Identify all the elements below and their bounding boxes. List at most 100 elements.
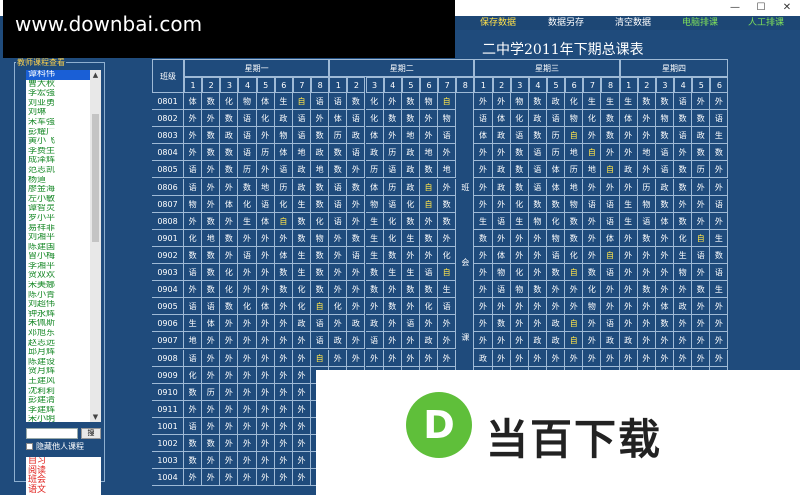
schedule-cell[interactable]: 外 (329, 229, 348, 247)
schedule-cell[interactable]: 外 (202, 366, 221, 384)
schedule-cell[interactable]: 自 (438, 264, 457, 282)
schedule-cell[interactable]: 化 (292, 281, 312, 299)
schedule-cell[interactable]: 外 (601, 298, 620, 316)
schedule-cell[interactable]: 政 (492, 178, 511, 196)
menu-clear-data[interactable]: 清空数据 (615, 17, 651, 29)
schedule-cell[interactable]: 化 (583, 281, 602, 299)
schedule-cell[interactable]: 数 (347, 178, 366, 196)
schedule-cell[interactable]: 物 (419, 93, 439, 111)
schedule-cell[interactable]: 外 (674, 332, 693, 350)
schedule-cell[interactable]: 外 (474, 315, 493, 333)
schedule-cell[interactable]: 语 (347, 246, 366, 264)
schedule-cell[interactable]: 体 (492, 110, 511, 128)
schedule-cell[interactable]: 外 (202, 349, 221, 367)
schedule-cell[interactable]: 外 (347, 161, 366, 179)
teacher-list-scrollbar[interactable]: ▲ ▼ (90, 70, 101, 422)
schedule-cell[interactable]: 外 (256, 417, 275, 435)
schedule-cell[interactable]: 生 (365, 229, 384, 247)
schedule-cell[interactable]: 数 (655, 315, 675, 333)
schedule-cell[interactable]: 语 (401, 315, 420, 333)
schedule-cell[interactable]: 外 (329, 315, 348, 333)
schedule-cell[interactable]: 语 (202, 298, 221, 316)
schedule-cell[interactable]: 外 (383, 315, 402, 333)
schedule-cell[interactable]: 数 (220, 110, 239, 128)
schedule-cell[interactable]: 政 (492, 161, 511, 179)
schedule-cell[interactable]: 政 (365, 315, 384, 333)
schedule-cell[interactable]: 生 (292, 195, 312, 213)
schedule-cell[interactable]: 历 (329, 127, 348, 145)
schedule-cell[interactable]: 生 (292, 246, 312, 264)
schedule-cell[interactable]: 自 (311, 349, 330, 367)
schedule-cell[interactable]: 语 (674, 127, 693, 145)
schedule-cell[interactable]: 语 (655, 144, 675, 162)
schedule-cell[interactable]: 外 (220, 349, 239, 367)
schedule-cell[interactable]: 政 (547, 315, 566, 333)
schedule-cell[interactable]: 外 (692, 212, 711, 230)
schedule-cell[interactable]: 数 (292, 212, 312, 230)
schedule-cell[interactable]: 自 (438, 93, 457, 111)
schedule-cell[interactable]: 数 (365, 264, 384, 282)
scroll-up-icon[interactable]: ▲ (90, 70, 101, 80)
schedule-cell[interactable]: 自 (419, 195, 439, 213)
schedule-cell[interactable]: 外 (655, 281, 675, 299)
schedule-cell[interactable]: 化 (510, 195, 529, 213)
schedule-cell[interactable]: 外 (220, 469, 239, 487)
schedule-cell[interactable]: 外 (528, 264, 547, 282)
schedule-cell[interactable]: 体 (256, 212, 275, 230)
schedule-cell[interactable]: 外 (220, 178, 239, 196)
schedule-cell[interactable]: 外 (347, 332, 366, 350)
schedule-cell[interactable]: 地 (311, 161, 330, 179)
schedule-cell[interactable]: 政 (365, 144, 384, 162)
schedule-cell[interactable]: 外 (202, 110, 221, 128)
schedule-cell[interactable]: 物 (528, 212, 547, 230)
schedule-cell[interactable]: 外 (220, 452, 239, 470)
schedule-cell[interactable]: 物 (547, 229, 566, 247)
schedule-cell[interactable]: 化 (547, 212, 566, 230)
schedule-cell[interactable]: 体 (547, 178, 566, 196)
schedule-cell[interactable]: 外 (474, 281, 493, 299)
schedule-cell[interactable]: 数 (565, 212, 584, 230)
schedule-cell[interactable]: 化 (383, 229, 402, 247)
schedule-cell[interactable]: 数 (365, 281, 384, 299)
menu-save-data[interactable]: 保存数据 (480, 17, 516, 29)
schedule-cell[interactable]: 外 (710, 315, 729, 333)
schedule-cell[interactable]: 外 (238, 417, 257, 435)
schedule-cell[interactable]: 外 (329, 264, 348, 282)
menu-save-as[interactable]: 数据另存 (548, 17, 584, 29)
schedule-cell[interactable]: 语 (492, 281, 511, 299)
schedule-cell[interactable]: 语 (256, 195, 275, 213)
schedule-cell[interactable]: 物 (238, 93, 257, 111)
hide-others-checkbox[interactable] (26, 443, 33, 450)
schedule-cell[interactable]: 外 (184, 127, 203, 145)
schedule-cell[interactable]: 化 (383, 212, 402, 230)
schedule-cell[interactable]: 外 (238, 332, 257, 350)
schedule-cell[interactable]: 外 (274, 298, 293, 316)
schedule-cell[interactable]: 语 (329, 212, 348, 230)
schedule-cell[interactable]: 外 (474, 332, 493, 350)
schedule-cell[interactable]: 外 (637, 264, 656, 282)
schedule-cell[interactable]: 外 (474, 161, 493, 179)
schedule-cell[interactable]: 外 (347, 264, 366, 282)
schedule-cell[interactable]: 外 (256, 366, 275, 384)
schedule-cell[interactable]: 数 (347, 93, 366, 111)
schedule-cell[interactable]: 外 (510, 246, 529, 264)
schedule-cell[interactable]: 数 (220, 229, 239, 247)
schedule-cell[interactable]: 外 (238, 366, 257, 384)
schedule-cell[interactable]: 生 (184, 315, 203, 333)
schedule-cell[interactable]: 历 (202, 383, 221, 401)
schedule-cell[interactable]: 外 (238, 229, 257, 247)
schedule-cell[interactable]: 物 (365, 195, 384, 213)
schedule-cell[interactable]: 数 (655, 195, 675, 213)
schedule-cell[interactable]: 外 (692, 315, 711, 333)
schedule-cell[interactable]: 语 (383, 161, 402, 179)
schedule-cell[interactable]: 外 (637, 161, 656, 179)
schedule-cell[interactable]: 历 (547, 144, 566, 162)
schedule-cell[interactable]: 外 (238, 281, 257, 299)
schedule-cell[interactable]: 外 (492, 229, 511, 247)
schedule-cell[interactable]: 自 (419, 178, 439, 196)
schedule-cell[interactable]: 语 (347, 144, 366, 162)
schedule-cell[interactable]: 数 (674, 110, 693, 128)
schedule-cell[interactable]: 外 (202, 195, 221, 213)
schedule-cell[interactable]: 体 (274, 246, 293, 264)
schedule-cell[interactable]: 外 (383, 281, 402, 299)
